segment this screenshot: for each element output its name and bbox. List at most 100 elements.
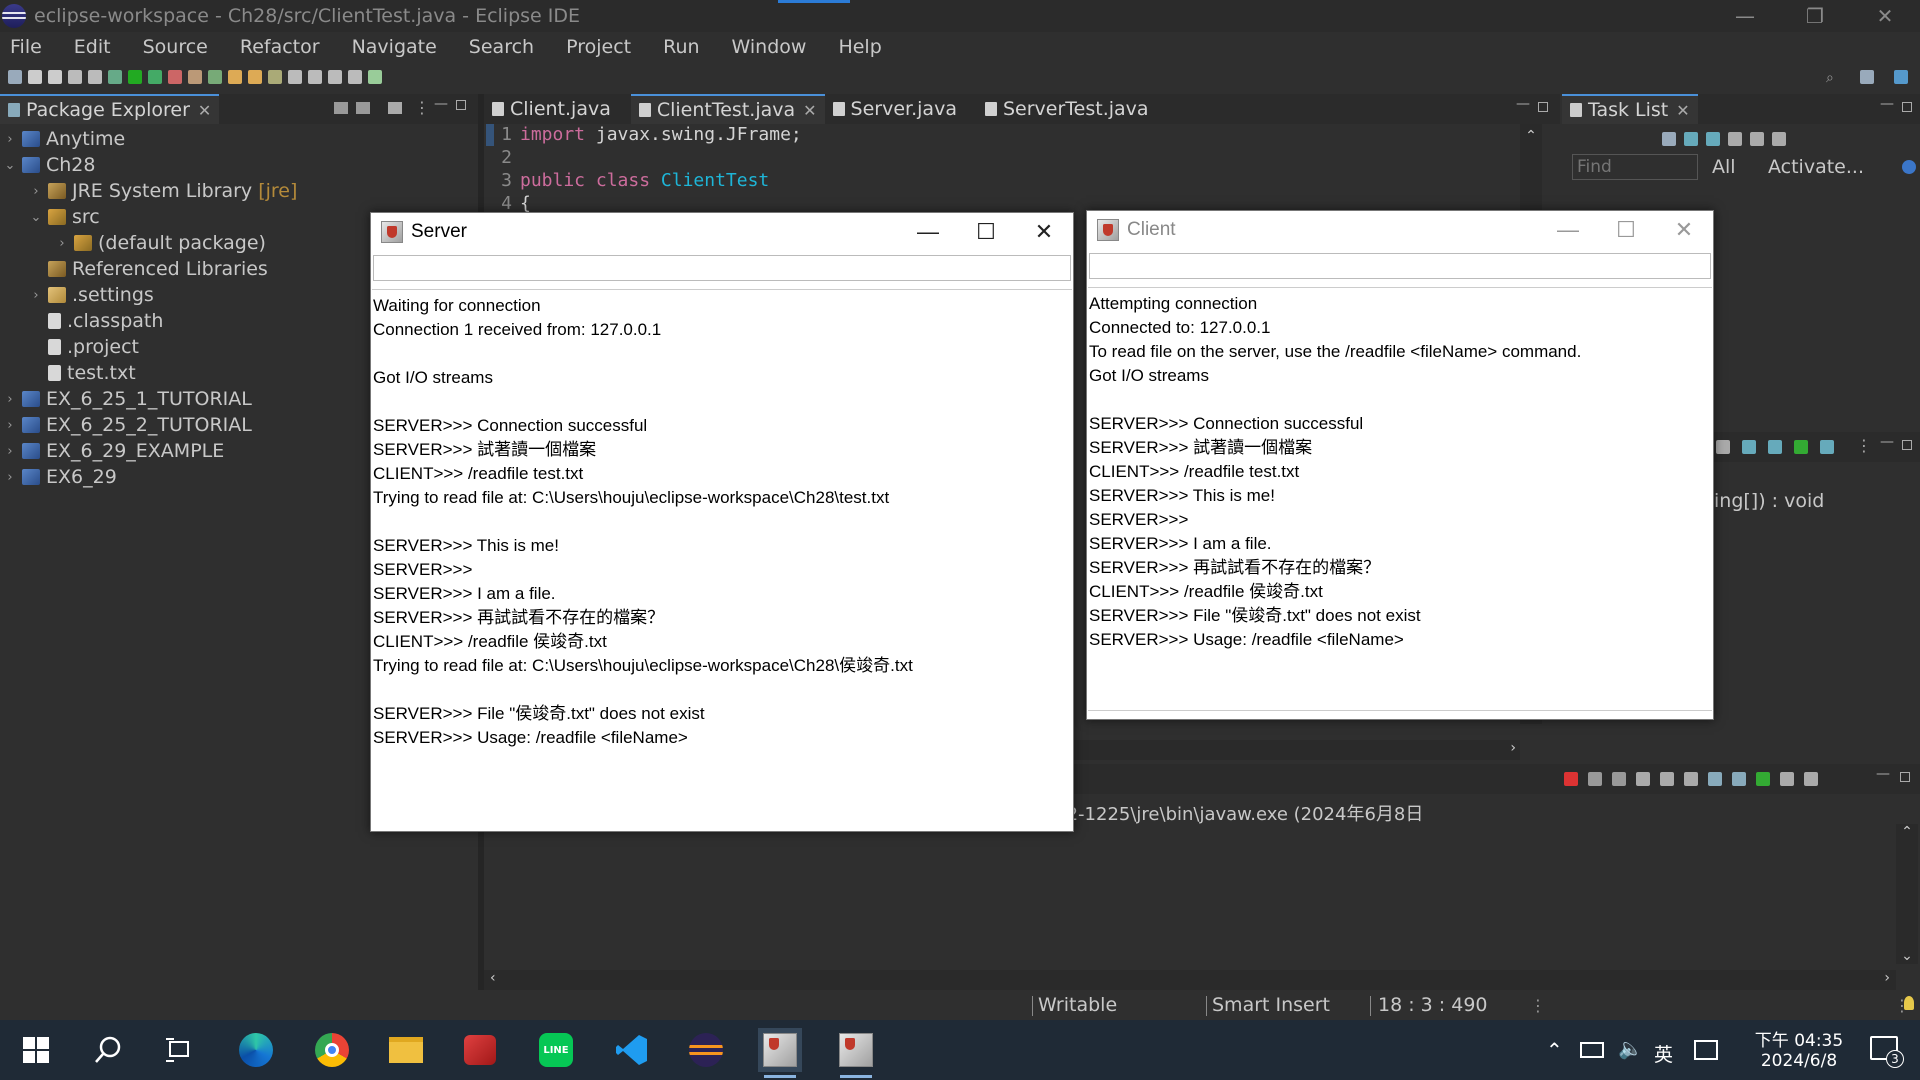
display-console-icon[interactable]	[1780, 772, 1794, 786]
server-close-button[interactable]: ✕	[1015, 213, 1073, 251]
pin-editor-icon[interactable]	[368, 70, 382, 84]
toggle-mark-icon[interactable]	[288, 70, 302, 84]
open-perspective-icon[interactable]	[1860, 70, 1874, 84]
chevron-right-icon[interactable]: ›	[2, 132, 18, 147]
quick-search-icon[interactable]: ⌕	[1826, 70, 1834, 86]
keyboard-icon[interactable]	[1694, 1040, 1718, 1060]
open-console-icon[interactable]	[1804, 772, 1818, 786]
chevron-down-icon[interactable]: ⌄	[2, 158, 18, 173]
maximize-view-icon[interactable]	[1900, 772, 1910, 782]
run-icon[interactable]	[128, 70, 142, 84]
outline-method[interactable]: ing[]) : void	[1714, 490, 1824, 512]
search-tool-icon[interactable]	[268, 70, 282, 84]
save-all-icon[interactable]	[48, 70, 62, 84]
clear-console-icon[interactable]	[1636, 772, 1650, 786]
close-icon[interactable]: ✕	[803, 101, 816, 120]
pin-console-icon[interactable]	[1756, 772, 1770, 786]
maximize-view-icon[interactable]	[1538, 102, 1548, 112]
minimize-view-icon[interactable]: —	[1880, 434, 1894, 450]
maximize-view-icon[interactable]	[456, 100, 466, 110]
taskbar-file-explorer[interactable]	[384, 1028, 428, 1072]
close-icon[interactable]: ✕	[1676, 101, 1689, 120]
minimize-view-icon[interactable]: —	[1880, 96, 1894, 112]
collapse-all-icon[interactable]	[1750, 132, 1764, 146]
menu-window[interactable]: Window	[732, 36, 807, 58]
search-button[interactable]	[86, 1028, 130, 1072]
redo-icon[interactable]	[88, 70, 102, 84]
tab-package-explorer[interactable]: Package Explorer ✕	[0, 94, 220, 124]
java-perspective-icon[interactable]	[1894, 70, 1908, 84]
save-icon[interactable]	[28, 70, 42, 84]
synchronize-icon[interactable]	[1772, 132, 1786, 146]
tip-icon[interactable]	[1904, 996, 1914, 1010]
client-display-area[interactable]: Attempting connection Connected to: 127.…	[1088, 287, 1712, 711]
tab-client-java[interactable]: Client.java	[484, 94, 619, 124]
minimize-button[interactable]: —	[1710, 0, 1780, 32]
help-icon[interactable]	[1902, 160, 1916, 174]
new-task-icon[interactable]	[1662, 132, 1676, 146]
word-wrap-icon[interactable]	[1684, 772, 1698, 786]
ime-indicator[interactable]: 英	[1654, 1040, 1673, 1067]
client-maximize-button[interactable]: ☐	[1597, 211, 1655, 249]
next-annotation-icon[interactable]	[308, 70, 322, 84]
view-menu-icon[interactable]: ⋮	[1856, 436, 1872, 455]
server-display-area[interactable]: Waiting for connection Connection 1 rece…	[372, 289, 1072, 831]
taskbar-eclipse[interactable]	[684, 1028, 728, 1072]
taskbar-line[interactable]: LINE	[534, 1028, 578, 1072]
show-stderr-icon[interactable]	[1732, 772, 1746, 786]
minimize-view-icon[interactable]: —	[1516, 96, 1530, 112]
client-close-button[interactable]: ✕	[1655, 211, 1713, 249]
menu-help[interactable]: Help	[838, 36, 881, 58]
chevron-right-icon[interactable]: ›	[2, 418, 18, 433]
coverage-icon[interactable]	[148, 70, 162, 84]
menu-edit[interactable]: Edit	[74, 36, 111, 58]
scroll-up-icon[interactable]: ⌃	[1896, 824, 1918, 840]
taskbar-vscode[interactable]	[610, 1028, 654, 1072]
maximize-view-icon[interactable]	[1902, 440, 1912, 450]
chevron-right-icon[interactable]: ›	[2, 392, 18, 407]
external-tools-icon[interactable]	[168, 70, 182, 84]
scroll-right-icon[interactable]: ›	[1510, 740, 1516, 756]
server-minimize-button[interactable]: —	[899, 213, 957, 251]
menu-search[interactable]: Search	[469, 36, 534, 58]
tab-task-list[interactable]: Task List ✕	[1562, 94, 1698, 124]
debug-icon[interactable]	[108, 70, 122, 84]
remove-all-icon[interactable]	[1612, 772, 1626, 786]
chevron-right-icon[interactable]: ›	[2, 444, 18, 459]
show-stdout-icon[interactable]	[1708, 772, 1722, 786]
taskbar-java-window-1[interactable]	[758, 1028, 802, 1078]
link-editor-icon[interactable]	[356, 102, 370, 114]
menu-source[interactable]: Source	[143, 36, 208, 58]
sort-icon[interactable]	[1716, 440, 1730, 454]
scroll-left-icon[interactable]: ‹	[490, 970, 496, 986]
task-activate-link[interactable]: Activate...	[1768, 156, 1864, 178]
new-package-icon[interactable]	[208, 70, 222, 84]
taskbar-chrome[interactable]	[310, 1028, 354, 1072]
forward-icon[interactable]	[348, 70, 362, 84]
categorize-icon[interactable]	[1684, 132, 1698, 146]
server-maximize-button[interactable]: ☐	[957, 213, 1015, 251]
tab-server-java[interactable]: Server.java	[825, 94, 965, 124]
scroll-up-icon[interactable]: ⌃	[1520, 128, 1542, 144]
task-find-input[interactable]	[1572, 154, 1698, 180]
hide-fields-icon[interactable]	[1742, 440, 1756, 454]
task-view-button[interactable]	[158, 1028, 202, 1072]
menu-project[interactable]: Project	[566, 36, 631, 58]
maximize-button[interactable]: ❐	[1780, 0, 1850, 32]
clock[interactable]: 下午 04:35 2024/6/8	[1736, 1026, 1862, 1076]
tray-overflow-icon[interactable]: ⌃	[1546, 1038, 1563, 1062]
console-horizontal-scrollbar[interactable]: ‹ ›	[484, 970, 1896, 990]
taskbar-edge[interactable]	[234, 1028, 278, 1072]
status-menu-icon[interactable]: ⋮	[1530, 996, 1546, 1015]
scroll-lock-icon[interactable]	[1660, 772, 1674, 786]
hide-local-types-icon[interactable]	[1820, 440, 1834, 454]
menu-refactor[interactable]: Refactor	[240, 36, 320, 58]
chevron-right-icon[interactable]: ›	[28, 184, 44, 199]
collapse-all-icon[interactable]	[334, 102, 348, 114]
menu-file[interactable]: File	[10, 36, 42, 58]
undo-icon[interactable]	[68, 70, 82, 84]
chevron-down-icon[interactable]: ⌄	[28, 210, 44, 225]
chevron-right-icon[interactable]: ›	[28, 288, 44, 303]
client-minimize-button[interactable]: —	[1539, 211, 1597, 249]
task-all-link[interactable]: All	[1712, 156, 1736, 178]
